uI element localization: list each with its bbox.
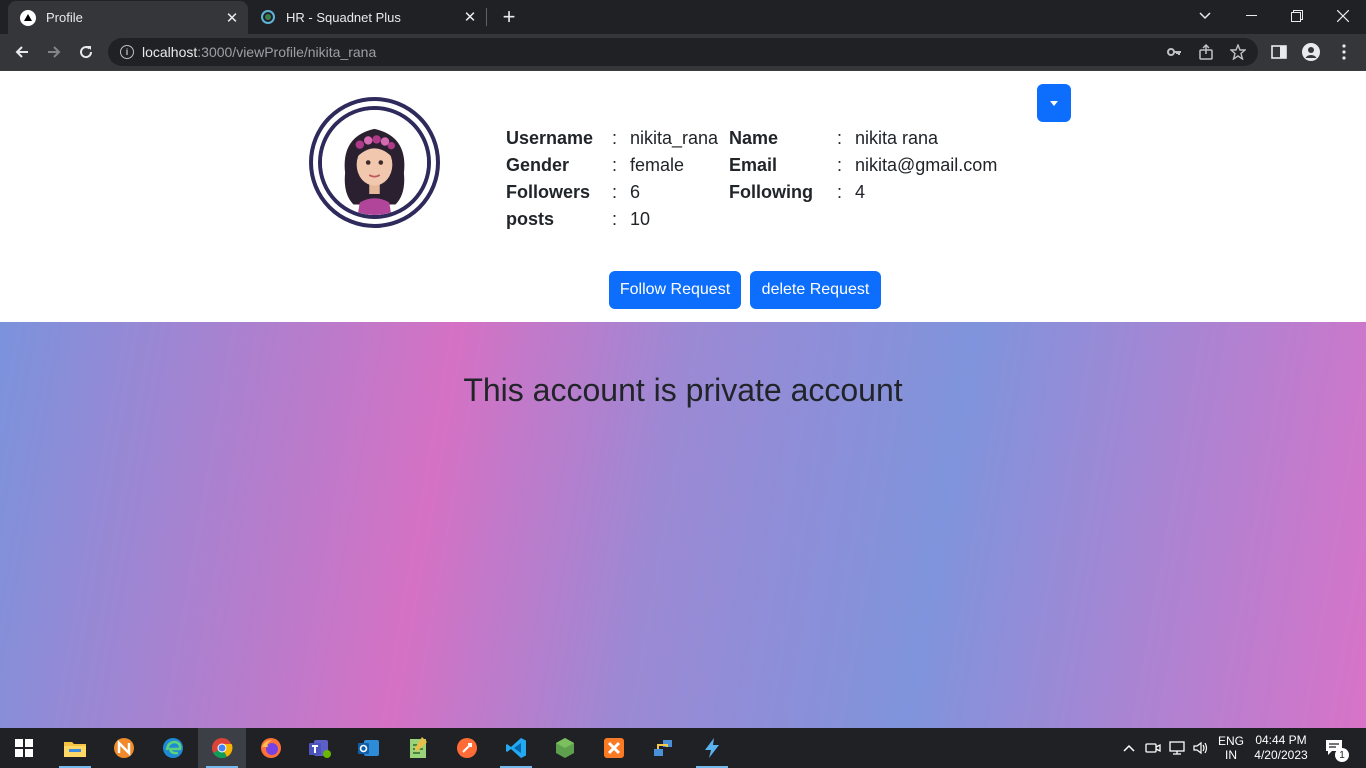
volume-icon[interactable] xyxy=(1190,728,1212,768)
delete-request-button[interactable]: delete Request xyxy=(750,271,881,309)
field-label: Username xyxy=(506,128,594,148)
app-n-icon[interactable] xyxy=(100,728,148,768)
show-hidden-icons-icon[interactable] xyxy=(1118,728,1140,768)
tab-title: HR - Squadnet Plus xyxy=(286,9,401,25)
side-panel-icon[interactable] xyxy=(1270,43,1288,61)
bookmark-star-icon[interactable] xyxy=(1230,44,1246,60)
start-icon[interactable] xyxy=(0,728,48,768)
notifications-icon[interactable]: 1 xyxy=(1318,728,1352,768)
tab-close-icon[interactable]: ✕ xyxy=(460,7,480,27)
field-label: Gender xyxy=(506,155,570,175)
address-bar[interactable]: i localhost:3000/viewProfile/nikita_rana xyxy=(108,38,1258,66)
profile-avatar-icon[interactable] xyxy=(1302,43,1320,61)
notification-count-badge: 1 xyxy=(1335,748,1349,762)
file-explorer-icon[interactable] xyxy=(51,728,99,768)
field-colon: : xyxy=(612,128,618,148)
clock-date: 4/20/2023 xyxy=(1254,748,1308,762)
network-status-icon[interactable] xyxy=(1166,728,1188,768)
key-icon[interactable] xyxy=(1166,44,1182,60)
squadnet-favicon-icon xyxy=(260,9,276,25)
menu-kebab-icon[interactable] xyxy=(1335,43,1353,61)
field-value: female xyxy=(630,155,685,175)
field-label: Following xyxy=(729,182,813,202)
field-value: 6 xyxy=(630,182,641,202)
firefox-icon[interactable] xyxy=(247,728,295,768)
field-colon: : xyxy=(837,155,843,175)
url-path: :3000/viewProfile/nikita_rana xyxy=(197,44,377,60)
browser-toolbar: i localhost:3000/viewProfile/nikita_rana xyxy=(0,34,1366,71)
reload-button[interactable] xyxy=(73,39,99,65)
field-colon: : xyxy=(612,155,618,175)
field-value: nikita@gmail.com xyxy=(855,155,998,175)
avatar xyxy=(309,97,440,228)
meet-now-icon[interactable] xyxy=(1143,728,1163,768)
tab-title: Profile xyxy=(46,10,83,25)
site-info-icon[interactable]: i xyxy=(120,45,134,59)
private-account-message: This account is private account xyxy=(463,372,903,408)
outlook-icon[interactable] xyxy=(345,728,393,768)
close-window-button[interactable] xyxy=(1320,0,1366,32)
tab-separator xyxy=(486,8,487,26)
notepadpp-icon[interactable] xyxy=(394,728,442,768)
private-account-banner: This account is private account xyxy=(0,322,1366,728)
postman-icon[interactable] xyxy=(443,728,491,768)
back-button[interactable] xyxy=(9,39,35,65)
vscode-icon[interactable] xyxy=(492,728,540,768)
field-label: Email xyxy=(729,155,778,175)
field-colon: : xyxy=(837,182,843,202)
chrome-icon[interactable] xyxy=(198,728,246,768)
avatar-image xyxy=(318,106,431,219)
caret-down-icon xyxy=(1050,100,1058,106)
tab-hr-squadnet[interactable]: HR - Squadnet Plus ✕ xyxy=(248,0,486,34)
clock-time: 04:44 PM xyxy=(1255,733,1307,747)
field-value: nikita rana xyxy=(855,128,939,148)
field-value: 4 xyxy=(855,182,866,202)
language-code: ENG xyxy=(1217,734,1244,748)
bolt-icon[interactable] xyxy=(688,728,736,768)
teams-icon[interactable] xyxy=(296,728,344,768)
windows-taskbar: ENG IN 04:44 PM 4/20/2023 1 xyxy=(0,728,1366,768)
field-value: 10 xyxy=(630,209,651,229)
tab-profile[interactable]: Profile ✕ xyxy=(8,1,248,34)
tab-close-icon[interactable]: ✕ xyxy=(222,8,242,28)
edge-icon[interactable] xyxy=(149,728,197,768)
field-label: posts xyxy=(506,209,555,229)
nodejs-icon[interactable] xyxy=(541,728,589,768)
tab-search-icon[interactable] xyxy=(1182,0,1228,32)
clock[interactable]: 04:44 PM 4/20/2023 xyxy=(1250,728,1312,768)
tab-bar: Profile ✕ HR - Squadnet Plus ✕ + xyxy=(0,0,1366,34)
network-icon[interactable] xyxy=(639,728,687,768)
field-value: nikita_rana xyxy=(630,128,719,148)
field-colon: : xyxy=(837,128,843,148)
share-icon[interactable] xyxy=(1198,44,1214,60)
restore-button[interactable] xyxy=(1274,0,1320,32)
field-label: Followers xyxy=(506,182,591,202)
minimize-button[interactable] xyxy=(1228,0,1274,32)
xampp-icon[interactable] xyxy=(590,728,638,768)
profile-page: Username : nikita_rana Name : nikita ran… xyxy=(0,71,1366,728)
nextjs-favicon-icon xyxy=(20,9,36,26)
field-colon: : xyxy=(612,209,618,229)
field-colon: : xyxy=(612,182,618,202)
follow-request-button[interactable]: Follow Request xyxy=(609,271,741,309)
profile-options-dropdown-button[interactable] xyxy=(1037,84,1071,122)
field-label: Name xyxy=(729,128,779,148)
region-code: IN xyxy=(1225,748,1237,762)
language-indicator[interactable]: ENG IN xyxy=(1214,728,1248,768)
url-host: localhost xyxy=(142,44,198,60)
forward-button[interactable] xyxy=(41,39,67,65)
new-tab-button[interactable]: + xyxy=(497,4,521,29)
